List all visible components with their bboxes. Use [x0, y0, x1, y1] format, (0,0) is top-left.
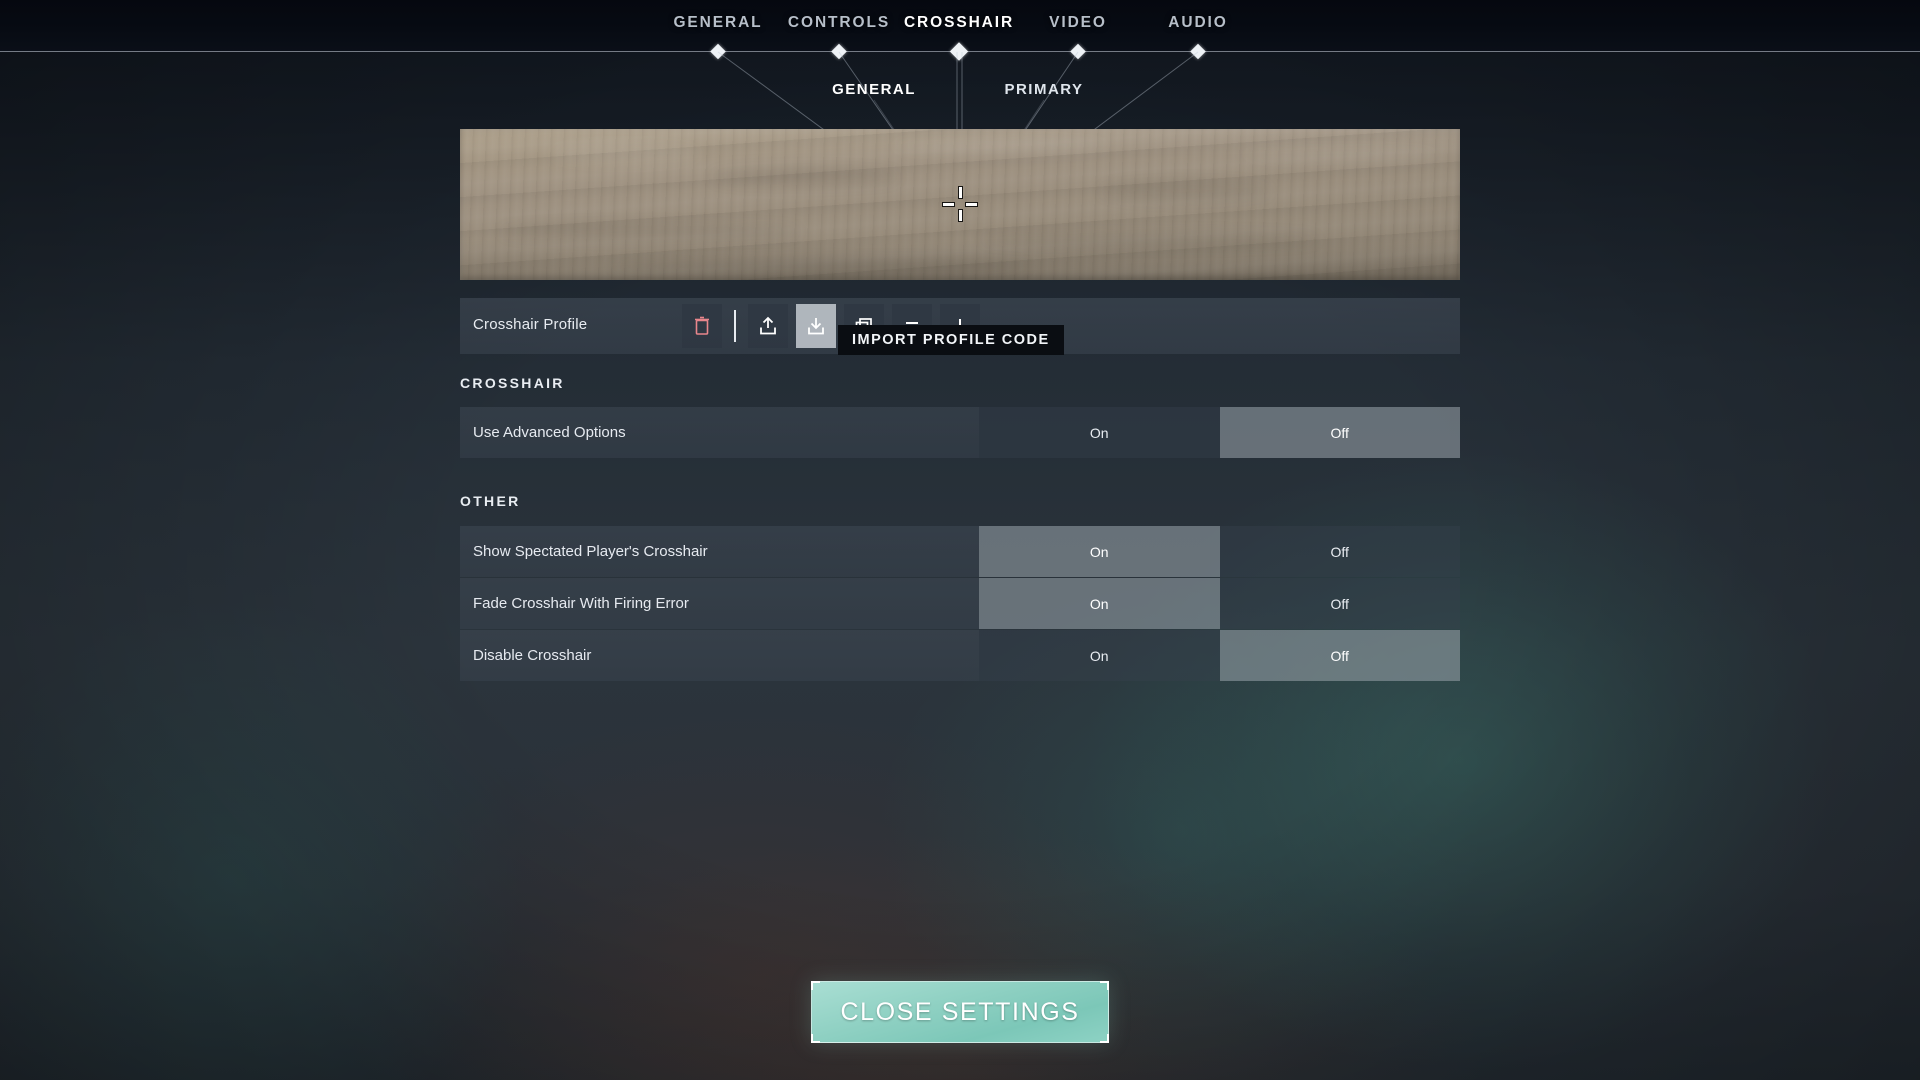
tab-crosshair[interactable]: CROSSHAIR	[904, 14, 1014, 32]
option-on[interactable]: On	[979, 630, 1220, 681]
crosshair-preview-pane	[460, 129, 1460, 280]
row-use-advanced-options: Use Advanced Options On Off	[460, 407, 1460, 458]
trash-icon	[695, 316, 709, 335]
texture-detail	[500, 225, 800, 239]
tab-video[interactable]: VIDEO	[1049, 14, 1107, 32]
export-profile-code-button[interactable]	[748, 304, 788, 348]
corner-mark-bottom-right	[1100, 1034, 1109, 1043]
texture-detail	[980, 233, 1320, 246]
row-label: Disable Crosshair	[460, 630, 979, 681]
tab-audio[interactable]: AUDIO	[1168, 14, 1227, 32]
option-on[interactable]: On	[979, 526, 1220, 577]
subtab-primary[interactable]: PRIMARY	[1004, 81, 1083, 98]
option-off[interactable]: Off	[1219, 630, 1460, 681]
crosshair-line-top	[957, 186, 963, 199]
crosshair-line-right	[965, 201, 978, 207]
upload-icon	[760, 316, 776, 335]
crosshair-profile-label: Crosshair Profile	[473, 316, 588, 333]
import-profile-code-button[interactable]	[796, 304, 836, 348]
option-off[interactable]: Off	[1219, 407, 1460, 458]
row-show-spectated-players-crosshair: Show Spectated Player's Crosshair On Off	[460, 526, 1460, 577]
close-settings-label: CLOSE SETTINGS	[840, 997, 1080, 1026]
section-heading-crosshair: CROSSHAIR	[460, 375, 565, 391]
option-off[interactable]: Off	[1219, 578, 1460, 629]
section-heading-other: OTHER	[460, 493, 521, 509]
texture-detail	[610, 261, 1030, 272]
corner-mark-top-right	[1100, 981, 1109, 990]
option-on[interactable]: On	[979, 407, 1220, 458]
close-settings-button[interactable]: CLOSE SETTINGS	[811, 981, 1109, 1043]
row-label: Show Spectated Player's Crosshair	[460, 526, 979, 577]
import-profile-code-tooltip: IMPORT PROFILE CODE	[838, 325, 1064, 355]
delete-profile-button[interactable]	[682, 304, 722, 348]
subtab-general[interactable]: GENERAL	[832, 81, 916, 98]
texture-detail	[710, 169, 900, 185]
corner-mark-bottom-left	[811, 1034, 820, 1043]
action-divider	[734, 310, 736, 342]
download-icon	[808, 318, 824, 335]
texture-detail	[550, 143, 700, 165]
tab-general[interactable]: GENERAL	[673, 14, 762, 32]
option-on[interactable]: On	[979, 578, 1220, 629]
corner-mark-top-left	[811, 981, 820, 990]
row-label: Use Advanced Options	[460, 407, 979, 458]
crosshair-line-bottom	[957, 209, 963, 222]
texture-detail	[890, 137, 1110, 155]
row-label: Fade Crosshair With Firing Error	[460, 578, 979, 629]
texture-detail	[1100, 181, 1270, 201]
texture-detail	[1240, 147, 1440, 162]
row-disable-crosshair: Disable Crosshair On Off	[460, 630, 1460, 681]
crosshair-line-left	[942, 201, 955, 207]
row-fade-crosshair-with-firing-error: Fade Crosshair With Firing Error On Off	[460, 578, 1460, 629]
option-off[interactable]: Off	[1219, 526, 1460, 577]
tab-controls[interactable]: CONTROLS	[788, 14, 890, 32]
